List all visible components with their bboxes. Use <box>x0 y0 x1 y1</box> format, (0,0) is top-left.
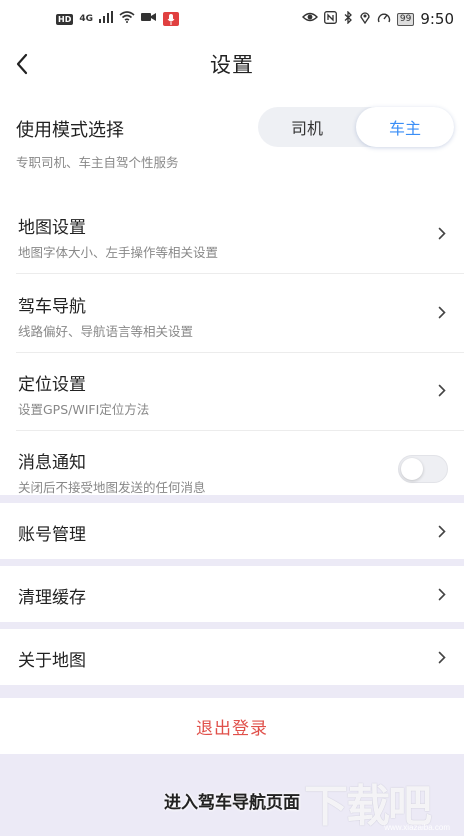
location-settings-row[interactable]: 定位设置 设置GPS/WIFI定位方法 <box>0 353 464 431</box>
toggle-knob <box>401 458 423 480</box>
mode-subtitle: 专职司机、车主自驾个性服务 <box>16 155 179 170</box>
chevron-right-icon <box>436 381 448 399</box>
map-settings-row[interactable]: 地图设置 地图字体大小、左手操作等相关设置 <box>0 196 464 274</box>
battery-level: 99 <box>396 12 415 26</box>
status-bar-right: 99 9:50 <box>301 9 454 28</box>
signal-icon <box>99 11 113 27</box>
about-map-label: 关于地图 <box>18 651 86 671</box>
chevron-right-icon <box>436 224 448 242</box>
settings-card: 使用模式选择 专职司机、车主自驾个性服务 司机 车主 地图设置 地图字体大小、左… <box>0 90 464 495</box>
chevron-right-icon <box>436 648 448 666</box>
divider <box>16 273 464 274</box>
page-title: 设置 <box>210 53 254 77</box>
hd-badge: HD <box>56 13 74 25</box>
bluetooth-icon <box>343 9 353 28</box>
account-management-row[interactable]: 账号管理 <box>0 503 464 559</box>
wifi-icon <box>119 11 135 27</box>
map-settings-subtitle: 地图字体大小、左手操作等相关设置 <box>18 245 219 260</box>
chevron-right-icon <box>436 522 448 540</box>
chevron-left-icon <box>16 53 28 75</box>
chevron-right-icon <box>436 585 448 603</box>
location-settings-subtitle: 设置GPS/WIFI定位方法 <box>18 402 150 417</box>
status-time: 9:50 <box>420 10 454 28</box>
clear-cache-label: 清理缓存 <box>18 588 86 608</box>
gauge-icon <box>377 11 391 28</box>
location-settings-title: 定位设置 <box>18 375 86 395</box>
mic-icon <box>163 12 179 26</box>
notification-row: 消息通知 关闭后不接受地图发送的任何消息 <box>0 431 464 509</box>
location-icon <box>359 11 371 28</box>
about-map-row[interactable]: 关于地图 <box>0 629 464 685</box>
mode-segmented-control: 司机 车主 <box>258 107 454 147</box>
mode-option-driver[interactable]: 司机 <box>258 107 356 147</box>
chevron-right-icon <box>436 303 448 321</box>
driving-navigation-subtitle: 线路偏好、导航语言等相关设置 <box>18 324 194 339</box>
video-icon <box>141 11 157 27</box>
clear-cache-row[interactable]: 清理缓存 <box>0 566 464 622</box>
back-button[interactable] <box>6 48 38 80</box>
header: 设置 <box>0 38 464 90</box>
logout-label: 退出登录 <box>196 718 268 739</box>
mode-option-owner[interactable]: 车主 <box>356 107 454 147</box>
watermark-logo: 下载吧 www.xiazaiba.com <box>304 770 454 832</box>
mode-title: 使用模式选择 <box>16 120 124 141</box>
notification-title: 消息通知 <box>18 453 86 473</box>
network-label: 4G <box>79 14 93 24</box>
map-settings-title: 地图设置 <box>18 218 86 238</box>
notification-toggle[interactable] <box>398 455 448 483</box>
mode-selection-row: 使用模式选择 专职司机、车主自驾个性服务 司机 车主 <box>0 90 464 176</box>
driving-navigation-title: 驾车导航 <box>18 297 86 317</box>
status-bar-left: HD 4G <box>56 11 179 27</box>
eye-icon <box>301 11 318 27</box>
nfc-icon <box>323 10 337 28</box>
notification-subtitle: 关闭后不接受地图发送的任何消息 <box>18 480 206 495</box>
logout-button[interactable]: 退出登录 <box>0 698 464 754</box>
driving-navigation-row[interactable]: 驾车导航 线路偏好、导航语言等相关设置 <box>0 275 464 353</box>
watermark-url: www.xiazaiba.com <box>384 823 450 832</box>
status-bar: HD 4G 99 9:50 <box>0 0 464 38</box>
account-management-label: 账号管理 <box>18 525 86 545</box>
